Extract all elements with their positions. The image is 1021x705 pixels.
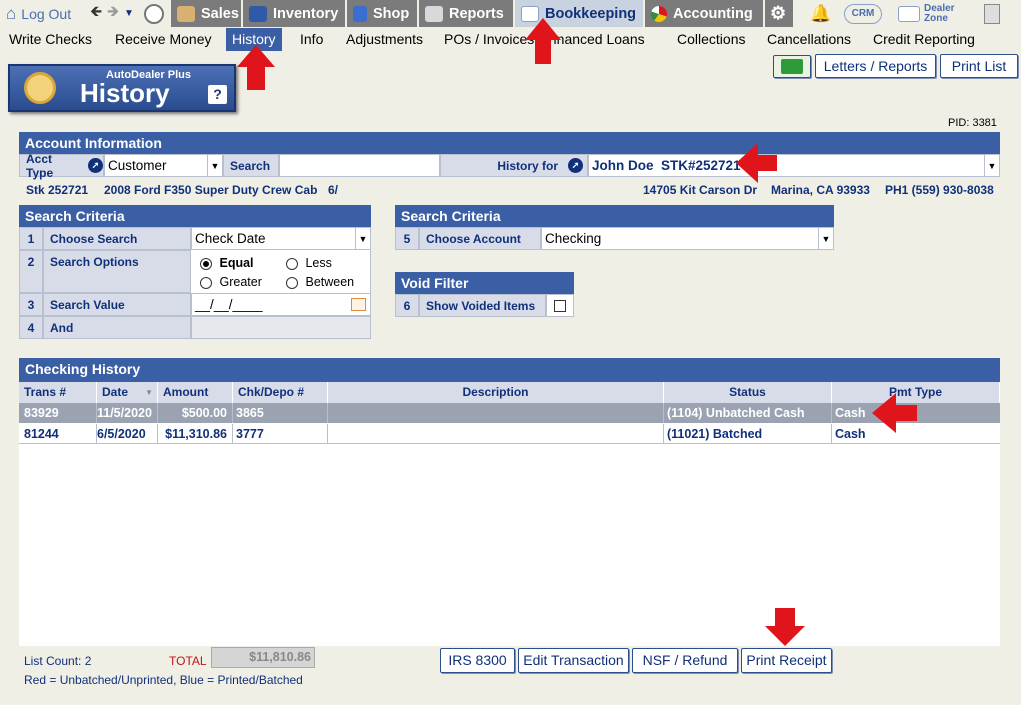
up-arrow-bookkeeping <box>525 18 561 64</box>
left-arrow-history-for <box>736 143 777 183</box>
annotation-arrows <box>237 18 917 646</box>
left-arrow-cash <box>872 393 917 433</box>
up-arrow-history <box>237 45 275 90</box>
down-arrow-print-receipt <box>765 608 805 646</box>
